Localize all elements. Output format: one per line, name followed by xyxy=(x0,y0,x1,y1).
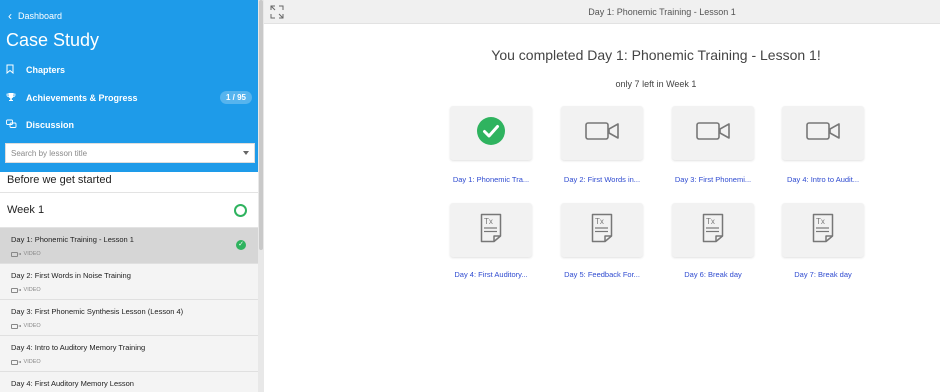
completion-heading: You completed Day 1: Phonemic Training -… xyxy=(491,47,821,63)
document-icon: Tx xyxy=(812,213,834,248)
lesson-card-label[interactable]: Day 3: First Phonemi... xyxy=(663,175,763,184)
lesson-title: Day 1: Phonemic Training - Lesson 1 xyxy=(11,235,134,244)
lesson-card[interactable]: Tx xyxy=(672,203,754,257)
lesson-item[interactable]: Day 4: Intro to Auditory Memory Training… xyxy=(0,336,258,372)
lesson-type: VIDEO xyxy=(11,287,41,293)
lesson-item[interactable]: Day 2: First Words in Noise Training VID… xyxy=(0,264,258,300)
nav-discussion-label: Discussion xyxy=(26,120,75,130)
section-before-we-get-started[interactable]: Before we get started xyxy=(0,168,258,193)
lesson-search[interactable] xyxy=(5,143,255,163)
back-to-dashboard-link[interactable]: ‹ Dashboard xyxy=(8,8,63,23)
section-label: Before we get started xyxy=(7,174,112,186)
sidebar-scrollbar[interactable] xyxy=(258,0,264,392)
lesson-type: VIDEO xyxy=(11,323,41,329)
lesson-topbar: Day 1: Phonemic Training - Lesson 1 xyxy=(264,0,940,24)
nav-discussion[interactable]: Discussion xyxy=(6,119,252,131)
video-icon xyxy=(11,323,21,329)
lesson-card-label[interactable]: Day 1: Phonemic Tra... xyxy=(441,175,541,184)
lesson-card-label[interactable]: Day 2: First Words in... xyxy=(552,175,652,184)
check-circle-icon xyxy=(476,116,506,151)
lesson-type-label: VIDEO xyxy=(23,251,41,257)
course-title: Case Study xyxy=(6,30,100,50)
video-camera-icon xyxy=(585,121,619,146)
lesson-card-label[interactable]: Day 6: Break day xyxy=(663,270,763,279)
section-label: Week 1 xyxy=(7,204,45,216)
lesson-card[interactable] xyxy=(561,106,643,160)
lesson-card[interactable]: Tx xyxy=(561,203,643,257)
section-week-1[interactable]: Week 1 xyxy=(0,193,258,228)
lesson-item[interactable]: Day 4: First Auditory Memory Lesson xyxy=(0,372,258,392)
lesson-type-label: VIDEO xyxy=(23,359,41,365)
lesson-title: Day 4: Intro to Auditory Memory Training xyxy=(11,343,146,352)
chat-bubbles-icon xyxy=(6,119,20,131)
progress-badge: 1 / 95 xyxy=(219,91,252,104)
nav-achievements-label: Achievements & Progress xyxy=(26,92,138,103)
svg-text:Tx: Tx xyxy=(595,217,604,226)
scrollbar-thumb[interactable] xyxy=(259,0,263,250)
lesson-title: Day 4: First Auditory Memory Lesson xyxy=(11,379,134,388)
svg-text:Tx: Tx xyxy=(816,217,825,226)
lesson-type: VIDEO xyxy=(11,251,41,257)
lesson-card[interactable] xyxy=(782,106,864,160)
svg-text:Tx: Tx xyxy=(484,217,493,226)
lesson-item[interactable]: Day 3: First Phonemic Synthesis Lesson (… xyxy=(0,300,258,336)
document-icon: Tx xyxy=(702,213,724,248)
nav-chapters[interactable]: Chapters xyxy=(6,64,252,76)
week-progress-circle-icon xyxy=(234,203,247,217)
document-icon: Tx xyxy=(591,213,613,248)
lesson-card[interactable] xyxy=(672,106,754,160)
document-icon: Tx xyxy=(480,213,502,248)
lesson-card-label[interactable]: Day 5: Feedback For... xyxy=(552,270,652,279)
remaining-lessons-text: only 7 left in Week 1 xyxy=(615,79,697,89)
lesson-card-label[interactable]: Day 7: Break day xyxy=(773,270,873,279)
video-camera-icon xyxy=(696,121,730,146)
sidebar: ‹ Dashboard Case Study Chapters Achievem… xyxy=(0,0,258,392)
lesson-type-label: VIDEO xyxy=(23,287,41,293)
lesson-completed-check-icon: ✓ xyxy=(236,240,246,250)
topbar-title: Day 1: Phonemic Training - Lesson 1 xyxy=(588,7,736,17)
nav-achievements[interactable]: Achievements & Progress 1 / 95 xyxy=(6,91,252,104)
lesson-card[interactable]: Tx xyxy=(782,203,864,257)
lesson-type-label: VIDEO xyxy=(23,323,41,329)
svg-text:Tx: Tx xyxy=(706,217,715,226)
lesson-item[interactable]: Day 1: Phonemic Training - Lesson 1 VIDE… xyxy=(0,228,258,264)
back-link-label: Dashboard xyxy=(18,11,63,21)
sidebar-header: ‹ Dashboard Case Study Chapters Achievem… xyxy=(0,0,258,172)
bookmark-icon xyxy=(6,64,20,76)
lesson-card-label[interactable]: Day 4: First Auditory... xyxy=(441,270,541,279)
trophy-icon xyxy=(6,92,20,104)
lesson-title: Day 2: First Words in Noise Training xyxy=(11,271,131,280)
lesson-title: Day 3: First Phonemic Synthesis Lesson (… xyxy=(11,307,184,316)
dropdown-caret-icon[interactable] xyxy=(243,151,249,155)
nav-chapters-label: Chapters xyxy=(26,65,66,75)
video-icon xyxy=(11,287,21,293)
video-icon xyxy=(11,359,21,365)
video-icon xyxy=(11,251,21,257)
lesson-card[interactable]: Tx xyxy=(450,203,532,257)
lesson-type: VIDEO xyxy=(11,359,41,365)
chevron-left-icon: ‹ xyxy=(8,8,12,23)
lesson-card[interactable] xyxy=(450,106,532,160)
lesson-search-input[interactable] xyxy=(11,148,243,158)
video-camera-icon xyxy=(806,121,840,146)
lesson-card-label[interactable]: Day 4: Intro to Audit... xyxy=(773,175,873,184)
